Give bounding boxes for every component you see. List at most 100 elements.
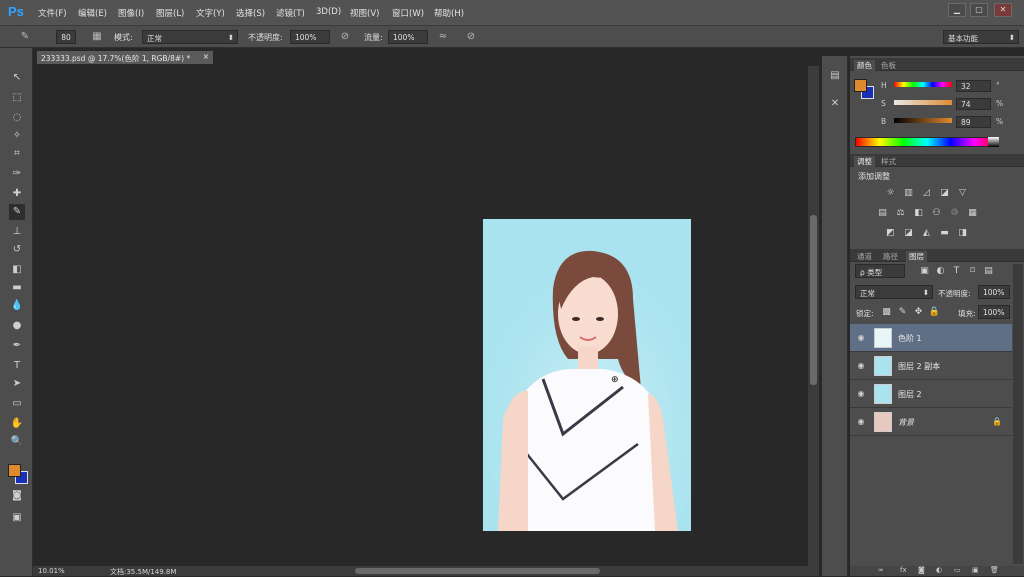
menu-view[interactable]: 视图(V) (350, 7, 379, 19)
crop-tool-icon[interactable]: ⌗ (9, 146, 25, 162)
brush-tool-icon[interactable]: ✎ (9, 204, 25, 220)
eye-icon[interactable]: ◉ (856, 361, 866, 371)
close-tab-icon[interactable]: × (203, 52, 209, 61)
layer-row[interactable]: ◉ 图层 2 (850, 380, 1012, 408)
layer-row[interactable]: ◉ 色阶 1 (850, 324, 1012, 352)
eyedropper-tool-icon[interactable]: ✑ (9, 166, 25, 182)
brightness-slider[interactable] (894, 118, 952, 123)
rectangle-tool-icon[interactable]: ▭ (9, 396, 25, 412)
selective-color-icon[interactable]: ◨ (956, 228, 969, 239)
menu-select[interactable]: 选择(S) (236, 7, 265, 19)
menu-help[interactable]: 帮助(H) (434, 7, 464, 19)
menu-layer[interactable]: 图层(L) (156, 7, 184, 19)
maximize-button[interactable]: ▢ (970, 3, 988, 17)
brush-panel-icon[interactable]: ▦ (90, 30, 104, 44)
hand-tool-icon[interactable]: ✋ (9, 416, 25, 432)
brightness-contrast-icon[interactable]: ☼ (884, 188, 897, 199)
vibrance-icon[interactable]: ▽ (956, 188, 969, 199)
levels-icon[interactable]: ▥ (902, 188, 915, 199)
channel-mixer-icon[interactable]: ♲ (948, 208, 961, 219)
hue-saturation-icon[interactable]: ▤ (876, 208, 889, 219)
foreground-color-swatch[interactable] (8, 464, 21, 477)
black-white-icon[interactable]: ◧ (912, 208, 925, 219)
new-group-icon[interactable]: ▭ (954, 566, 961, 574)
lock-position-icon[interactable]: ✥ (912, 307, 925, 318)
document-tab[interactable]: 233333.psd @ 17.7%(色阶 1, RGB/8#) * × (37, 51, 213, 64)
eye-icon[interactable]: ◉ (856, 389, 866, 399)
layer-row[interactable]: ◉ 图层 2 副本 (850, 352, 1012, 380)
color-panel-foreground[interactable] (854, 79, 867, 92)
invert-icon[interactable]: ◩ (884, 228, 897, 239)
screen-mode-icon[interactable]: ▣ (9, 510, 25, 526)
blend-mode-select[interactable]: 正常 ⬍ (855, 285, 933, 299)
history-icon[interactable]: ▤ (828, 70, 842, 84)
brightness-field[interactable]: 89 (956, 116, 991, 128)
horizontal-scroll-thumb[interactable] (355, 568, 600, 574)
tab-swatches[interactable]: 色板 (878, 60, 899, 71)
tab-layers[interactable]: 图层 (906, 251, 927, 262)
canvas-area[interactable] (33, 48, 819, 576)
layer-name[interactable]: 色阶 1 (898, 333, 922, 344)
layer-name[interactable]: 图层 2 (898, 389, 922, 400)
brush-size-picker[interactable]: 80 (56, 30, 76, 44)
document-image[interactable]: ⊕ (483, 219, 691, 531)
pen-tool-icon[interactable]: ✒ (9, 338, 25, 354)
pressure-size-icon[interactable]: ⊘ (464, 30, 478, 44)
filter-smart-icon[interactable]: ▤ (982, 266, 995, 277)
posterize-icon[interactable]: ◪ (902, 228, 915, 239)
curves-icon[interactable]: ◿ (920, 188, 933, 199)
blur-tool-icon[interactable]: 💧 (9, 298, 25, 314)
menu-window[interactable]: 窗口(W) (392, 7, 424, 19)
eye-icon[interactable]: ◉ (856, 417, 866, 427)
threshold-icon[interactable]: ◭ (920, 228, 933, 239)
color-balance-icon[interactable]: ⚖ (894, 208, 907, 219)
vertical-scroll-thumb[interactable] (810, 215, 817, 385)
mode-select[interactable]: 正常 ⬍ (142, 30, 238, 44)
marquee-tool-icon[interactable]: ⬚ (9, 90, 25, 106)
zoom-level[interactable]: 10.01% (38, 567, 65, 575)
saturation-slider[interactable] (894, 100, 952, 105)
saturation-field[interactable]: 74 (956, 98, 991, 110)
close-button[interactable]: ✕ (994, 3, 1012, 17)
dodge-tool-icon[interactable]: ● (9, 318, 25, 334)
tab-styles[interactable]: 样式 (878, 156, 899, 167)
layer-style-icon[interactable]: fx (900, 566, 907, 574)
delete-layer-icon[interactable]: 🗑 (990, 566, 999, 574)
layer-row[interactable]: ◉ 背景 🔒 (850, 408, 1012, 436)
minimize-button[interactable]: ▁ (948, 3, 966, 17)
brush-preset-icon[interactable]: ✎ (18, 30, 32, 44)
airbrush-icon[interactable]: ≈ (436, 30, 450, 44)
add-mask-icon[interactable]: ◙ (918, 566, 925, 574)
layer-name[interactable]: 背景 (898, 417, 914, 428)
lasso-tool-icon[interactable]: ◌ (9, 110, 25, 126)
type-tool-icon[interactable]: T (9, 358, 25, 374)
exposure-icon[interactable]: ◪ (938, 188, 951, 199)
menu-edit[interactable]: 编辑(E) (78, 7, 107, 19)
quick-mask-icon[interactable]: ◙ (9, 488, 25, 504)
tab-adjustments[interactable]: 调整 (854, 156, 875, 167)
lock-all-icon[interactable]: 🔒 (928, 307, 941, 318)
photo-filter-icon[interactable]: ⚇ (930, 208, 943, 219)
menu-3d[interactable]: 3D(D) (316, 7, 341, 17)
layers-scrollbar[interactable] (1013, 264, 1023, 564)
eraser-tool-icon[interactable]: ◧ (9, 262, 25, 278)
clone-stamp-tool-icon[interactable]: ⊥ (9, 224, 25, 240)
menu-file[interactable]: 文件(F) (38, 7, 67, 19)
menu-image[interactable]: 图像(I) (118, 7, 144, 19)
zoom-tool-icon[interactable]: 🔍 (9, 434, 25, 450)
fill-field[interactable]: 100% (978, 305, 1010, 319)
workspace-select[interactable]: 基本功能 ⬍ (943, 30, 1019, 44)
color-lookup-icon[interactable]: ▦ (966, 208, 979, 219)
healing-brush-tool-icon[interactable]: ✚ (9, 186, 25, 202)
tools-preset-icon[interactable]: ✕ (828, 98, 842, 112)
lock-pixels-icon[interactable]: ✎ (896, 307, 909, 318)
layer-opacity-field[interactable]: 100% (978, 285, 1010, 299)
lock-transparent-icon[interactable]: ▩ (880, 307, 893, 318)
tab-channels[interactable]: 通道 (854, 251, 875, 262)
new-layer-icon[interactable]: ▣ (972, 566, 979, 574)
gradient-map-icon[interactable]: ▬ (938, 228, 951, 239)
path-selection-tool-icon[interactable]: ➤ (9, 376, 25, 392)
menu-filter[interactable]: 滤镜(T) (276, 7, 305, 19)
menu-type[interactable]: 文字(Y) (196, 7, 225, 19)
magic-wand-tool-icon[interactable]: ✧ (9, 128, 25, 144)
